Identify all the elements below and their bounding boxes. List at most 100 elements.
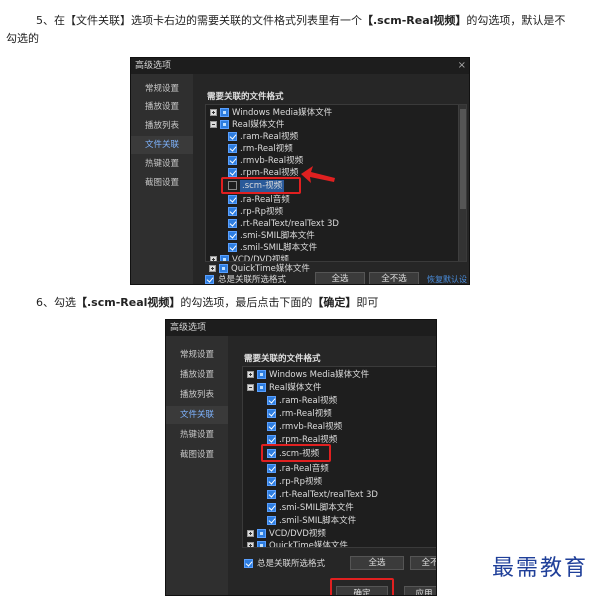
- collapse-icon[interactable]: [210, 121, 217, 128]
- step6-text-prefix: 6、勾选: [36, 296, 76, 309]
- checkbox-icon[interactable]: [205, 275, 214, 284]
- sidebar-item-file-association[interactable]: 文件关联: [131, 136, 193, 154]
- expand-icon[interactable]: [210, 109, 217, 116]
- formats-heading: 需要关联的文件格式: [207, 92, 284, 102]
- checkbox-icon[interactable]: [267, 409, 276, 418]
- advanced-options-dialog-after: 高级选项 常规设置 播放设置 播放列表 文件关联 热键设置 截图设置 需要关联的…: [165, 319, 437, 596]
- dialog-sidebar: 常规设置 播放设置 播放列表 文件关联 热键设置 截图设置: [166, 336, 228, 595]
- tree-scrollbar[interactable]: [458, 105, 466, 261]
- checkbox-icon[interactable]: [257, 529, 266, 538]
- step6-text-bold1: 【.scm-Real视频】: [76, 296, 181, 309]
- checkbox-icon[interactable]: [257, 383, 266, 392]
- sidebar-item-general[interactable]: 常规设置: [166, 346, 228, 364]
- format-tree: Windows Media媒体文件 Real媒体文件 .ram-Real视频 .…: [242, 366, 436, 548]
- tree-node-label: .ra-Real音频: [279, 464, 329, 474]
- close-icon[interactable]: ×: [458, 58, 466, 74]
- checkbox-icon[interactable]: [228, 231, 237, 240]
- tree-node-label: .smi-SMIL脚本文件: [279, 503, 354, 513]
- dialog-titlebar: 高级选项: [166, 320, 436, 336]
- dialog-sidebar: 常规设置 播放设置 播放列表 文件关联 热键设置 截图设置: [131, 74, 193, 284]
- sidebar-item-playlist[interactable]: 播放列表: [166, 386, 228, 404]
- select-none-button[interactable]: 全不: [410, 556, 436, 570]
- checkbox-icon[interactable]: [228, 144, 237, 153]
- dialog-main: 需要关联的文件格式 Windows Media媒体文件 Real媒体文件 .ra…: [228, 336, 436, 595]
- expand-icon[interactable]: [247, 371, 254, 378]
- checkbox-icon[interactable]: [228, 195, 237, 204]
- tree-node-label: .ram-Real视频: [279, 396, 338, 406]
- sidebar-item-hotkeys[interactable]: 热键设置: [166, 426, 228, 444]
- checkbox-icon[interactable]: [228, 156, 237, 165]
- sidebar-item-playback[interactable]: 播放设置: [166, 366, 228, 384]
- checkbox-icon[interactable]: [228, 243, 237, 252]
- checkbox-icon[interactable]: [267, 503, 276, 512]
- expand-icon[interactable]: [247, 542, 254, 547]
- sidebar-item-playlist[interactable]: 播放列表: [131, 117, 193, 135]
- expand-icon[interactable]: [209, 265, 216, 272]
- apply-button[interactable]: 应用: [404, 586, 436, 595]
- dialog-main: 需要关联的文件格式 Windows Media媒体文件 Real媒体文件 .ra…: [193, 74, 469, 284]
- step5-text-prefix: 5、在【文件关联】选项卡右边的需要关联的文件格式列表里有一个: [36, 14, 362, 27]
- checkbox-icon[interactable]: [228, 168, 237, 177]
- dialog-title: 高级选项: [135, 61, 172, 71]
- checkbox-icon[interactable]: [267, 490, 276, 499]
- checkbox-icon[interactable]: [257, 541, 266, 547]
- expand-icon[interactable]: [210, 256, 217, 261]
- tree-node-label: .ram-Real视频: [240, 132, 299, 142]
- sidebar-item-file-association[interactable]: 文件关联: [166, 406, 228, 424]
- formats-heading: 需要关联的文件格式: [244, 354, 321, 364]
- checkbox-icon[interactable]: [228, 207, 237, 216]
- expand-icon[interactable]: [247, 530, 254, 537]
- sidebar-item-screenshot[interactable]: 截图设置: [131, 174, 193, 192]
- tree-node-label: Real媒体文件: [232, 120, 285, 130]
- sidebar-item-hotkeys[interactable]: 热键设置: [131, 155, 193, 173]
- highlight-box: [330, 578, 394, 595]
- checkbox-icon[interactable]: [228, 132, 237, 141]
- tree-node-label: .rmvb-Real视频: [279, 422, 343, 432]
- always-associate-label: 总是关联所选格式: [218, 275, 287, 285]
- watermark-logo: 最需教育: [492, 556, 589, 581]
- select-all-button[interactable]: 全选: [315, 272, 365, 284]
- step5-paragraph: 5、在【文件关联】选项卡右边的需要关联的文件格式列表里有一个【.scm-Real…: [6, 12, 605, 48]
- step5-text-bold: 【.scm-Real视频】: [362, 14, 467, 27]
- select-none-button[interactable]: 全不选: [369, 272, 419, 284]
- checkbox-icon[interactable]: [220, 255, 229, 261]
- tree-node-label: .smi-SMIL脚本文件: [240, 231, 315, 241]
- checkbox-icon[interactable]: [267, 396, 276, 405]
- tree-node-label: .smil-SMIL脚本文件: [240, 243, 318, 253]
- tree-node-label: Windows Media媒体文件: [232, 108, 333, 118]
- checkbox-icon[interactable]: [228, 219, 237, 228]
- restore-default-link[interactable]: 恢复默认设置: [427, 274, 469, 284]
- checkbox-icon[interactable]: [267, 435, 276, 444]
- tree-node-label: .rp-Rp视频: [240, 207, 283, 217]
- select-all-button[interactable]: 全选: [350, 556, 404, 570]
- sidebar-item-playback[interactable]: 播放设置: [131, 98, 193, 116]
- arrow-icon: [301, 166, 335, 183]
- checkbox-icon[interactable]: [267, 516, 276, 525]
- highlight-box: [221, 177, 301, 194]
- checkbox-icon[interactable]: [220, 120, 229, 129]
- checkbox-icon[interactable]: [267, 464, 276, 473]
- sidebar-item-general[interactable]: 常规设置: [131, 80, 193, 98]
- tree-node-label: Windows Media媒体文件: [269, 370, 370, 380]
- checkbox-icon[interactable]: [244, 559, 253, 568]
- tree-node-label: VCD/DVD视频: [269, 529, 326, 539]
- step6-text-bold2: 【确定】: [312, 296, 357, 309]
- scrollbar-thumb[interactable]: [460, 109, 466, 209]
- checkbox-icon[interactable]: [219, 264, 228, 273]
- step5-text-line2: 勾选的: [6, 32, 39, 45]
- dialog-titlebar: 高级选项 ×: [131, 58, 469, 74]
- step6-text-mid: 的勾选项，最后点击下面的: [180, 296, 313, 309]
- tree-node-label: .rp-Rp视频: [279, 477, 322, 487]
- tree-node-label: .rt-RealText/realText 3D: [240, 219, 339, 229]
- always-associate-label: 总是关联所选格式: [257, 559, 326, 569]
- step5-text-suffix: 的勾选项，默认是不: [466, 14, 566, 27]
- checkbox-icon[interactable]: [257, 370, 266, 379]
- sidebar-item-screenshot[interactable]: 截图设置: [166, 446, 228, 464]
- tree-node-label: .smil-SMIL脚本文件: [279, 516, 357, 526]
- checkbox-icon[interactable]: [267, 477, 276, 486]
- checkbox-icon[interactable]: [220, 108, 229, 117]
- checkbox-icon[interactable]: [267, 422, 276, 431]
- collapse-icon[interactable]: [247, 384, 254, 391]
- tree-node-label: .rm-Real视频: [240, 144, 293, 154]
- dialog-title: 高级选项: [170, 323, 207, 333]
